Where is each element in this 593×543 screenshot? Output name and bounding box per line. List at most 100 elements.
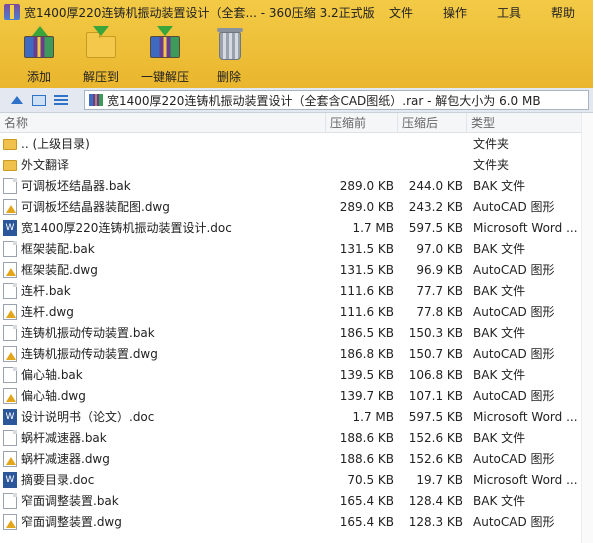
size-after: 597.5 KB	[408, 409, 463, 424]
menu-help[interactable]: 帮助	[547, 2, 579, 23]
column-type[interactable]: 类型	[467, 113, 582, 133]
size-before: 186.5 KB	[339, 325, 394, 340]
size-before: 186.8 KB	[339, 346, 394, 361]
file-name: 连杆.bak	[21, 284, 71, 298]
menu-file[interactable]: 文件	[385, 2, 417, 23]
go-up-button[interactable]	[8, 91, 26, 109]
file-row[interactable]: 框架装配.bak 131.5 KB 97.0 KB BAK 文件	[0, 238, 593, 259]
column-size-before[interactable]: 压缩前	[326, 113, 398, 133]
size-before: 289.0 KB	[339, 178, 394, 193]
file-type: AutoCAD 图形	[473, 305, 555, 319]
size-after: 77.8 KB	[416, 304, 463, 319]
list-view-button[interactable]	[52, 91, 70, 109]
size-after: 96.9 KB	[416, 262, 463, 277]
bak-file-icon	[3, 324, 17, 341]
bak-file-icon	[3, 492, 17, 509]
file-row[interactable]: 外文翻译 文件夹	[0, 154, 593, 175]
file-name: 连铸机振动传动装置.dwg	[21, 347, 158, 361]
file-row[interactable]: 偏心轴.dwg 139.7 KB 107.1 KB AutoCAD 图形	[0, 385, 593, 406]
file-name-cell: .. (上级目录)	[0, 133, 326, 154]
doc-file-icon	[3, 219, 17, 236]
file-row[interactable]: 框架装配.dwg 131.5 KB 96.9 KB AutoCAD 图形	[0, 259, 593, 280]
extract-to-button[interactable]: 解压到	[70, 26, 132, 85]
file-name-cell: 可调板坯结晶器.bak	[0, 175, 326, 196]
menu-operation[interactable]: 操作	[439, 2, 471, 23]
doc-file-icon	[3, 471, 17, 488]
dwg-file-icon	[3, 387, 17, 404]
file-row[interactable]: .. (上级目录) 文件夹	[0, 133, 593, 154]
file-type: AutoCAD 图形	[473, 263, 555, 277]
file-name-cell: 可调板坯结晶器装配图.dwg	[0, 196, 326, 217]
file-name: 偏心轴.bak	[21, 368, 83, 382]
one-click-extract-button[interactable]: 一键解压	[134, 26, 196, 85]
menu-tools[interactable]: 工具	[493, 2, 525, 23]
file-row[interactable]: 连铸机振动传动装置.bak 186.5 KB 150.3 KB BAK 文件	[0, 322, 593, 343]
add-button[interactable]: 添加	[10, 26, 68, 85]
file-name-cell: 连杆.dwg	[0, 301, 326, 322]
path-field[interactable]: 宽1400厚220连铸机振动装置设计（全套含CAD图纸）.rar - 解包大小为…	[84, 90, 589, 110]
file-name-cell: 偏心轴.bak	[0, 364, 326, 385]
file-row[interactable]: 连杆.bak 111.6 KB 77.7 KB BAK 文件	[0, 280, 593, 301]
file-name-cell: 窄面调整装置.dwg	[0, 511, 326, 532]
file-name-cell: 连铸机振动传动装置.dwg	[0, 343, 326, 364]
file-name: 蜗杆减速器.dwg	[21, 452, 110, 466]
folder-icon	[3, 160, 17, 171]
toolbar: 添加 解压到 一键解压 删除	[0, 26, 593, 85]
file-type: 文件夹	[473, 137, 510, 151]
file-type: BAK 文件	[473, 494, 526, 508]
list-view-icon	[54, 94, 68, 106]
size-after: 244.0 KB	[408, 178, 463, 193]
size-after: 150.7 KB	[408, 346, 463, 361]
file-name: 可调板坯结晶器.bak	[21, 179, 131, 193]
bak-file-icon	[3, 177, 17, 194]
file-row[interactable]: 蜗杆减速器.dwg 188.6 KB 152.6 KB AutoCAD 图形	[0, 448, 593, 469]
bak-file-icon	[3, 429, 17, 446]
size-after: 128.4 KB	[408, 493, 463, 508]
file-type: Microsoft Word ...	[473, 472, 578, 487]
thumbnail-view-button[interactable]	[30, 91, 48, 109]
size-after	[398, 154, 467, 175]
file-row[interactable]: 设计说明书（论文）.doc 1.7 MB 597.5 KB Microsoft Wor…	[0, 406, 593, 427]
file-row[interactable]: 偏心轴.bak 139.5 KB 106.8 KB BAK 文件	[0, 364, 593, 385]
file-name-cell: 外文翻译	[0, 154, 326, 175]
bak-file-icon	[3, 282, 17, 299]
size-after: 150.3 KB	[408, 325, 463, 340]
file-name: 偏心轴.dwg	[21, 389, 86, 403]
file-type: Microsoft Word ...	[473, 409, 578, 424]
file-type: BAK 文件	[473, 326, 526, 340]
file-row[interactable]: 宽1400厚220连铸机振动装置设计.doc 1.7 MB 597.5 KB Micr…	[0, 217, 593, 238]
top-bar: 宽1400厚220连铸机振动装置设计（全套... - 360压缩 3.2正式版 …	[0, 0, 593, 88]
delete-button[interactable]: 删除	[198, 26, 260, 85]
file-row[interactable]: 连铸机振动传动装置.dwg 186.8 KB 150.7 KB AutoCAD 图形	[0, 343, 593, 364]
file-name-cell: 蜗杆减速器.bak	[0, 427, 326, 448]
column-size-after[interactable]: 压缩后	[398, 113, 467, 133]
size-before: 111.6 KB	[339, 304, 394, 319]
file-type: AutoCAD 图形	[473, 515, 555, 529]
archive-icon	[89, 94, 103, 106]
file-name-cell: 窄面调整装置.bak	[0, 490, 326, 511]
file-name: 可调板坯结晶器装配图.dwg	[21, 200, 170, 214]
file-row[interactable]: 窄面调整装置.dwg 165.4 KB 128.3 KB AutoCAD 图形	[0, 511, 593, 532]
size-before: 1.7 MB	[352, 409, 394, 424]
file-name: 窄面调整装置.bak	[21, 494, 119, 508]
file-row[interactable]: 窄面调整装置.bak 165.4 KB 128.4 KB BAK 文件	[0, 490, 593, 511]
file-row[interactable]: 蜗杆减速器.bak 188.6 KB 152.6 KB BAK 文件	[0, 427, 593, 448]
file-row[interactable]: 可调板坯结晶器.bak 289.0 KB 244.0 KB BAK 文件	[0, 175, 593, 196]
size-after: 106.8 KB	[408, 367, 463, 382]
file-row[interactable]: 连杆.dwg 111.6 KB 77.8 KB AutoCAD 图形	[0, 301, 593, 322]
extract-to-icon	[82, 26, 120, 62]
size-before: 131.5 KB	[339, 262, 394, 277]
file-type: BAK 文件	[473, 368, 526, 382]
file-row[interactable]: 可调板坯结晶器装配图.dwg 289.0 KB 243.2 KB AutoCAD 图形	[0, 196, 593, 217]
file-row[interactable]: 摘要目录.doc 70.5 KB 19.7 KB Microsoft Word ...	[0, 469, 593, 490]
add-button-label: 添加	[26, 70, 51, 84]
dwg-file-icon	[3, 303, 17, 320]
size-after: 152.6 KB	[408, 451, 463, 466]
file-name-cell: 连杆.bak	[0, 280, 326, 301]
column-name[interactable]: 名称	[0, 113, 326, 133]
bak-file-icon	[3, 240, 17, 257]
size-before: 139.7 KB	[339, 388, 394, 403]
window-title: 宽1400厚220连铸机振动装置设计（全套... - 360压缩 3.2正式版	[24, 5, 375, 20]
size-before	[326, 133, 398, 154]
vertical-scrollbar[interactable]	[581, 113, 593, 543]
